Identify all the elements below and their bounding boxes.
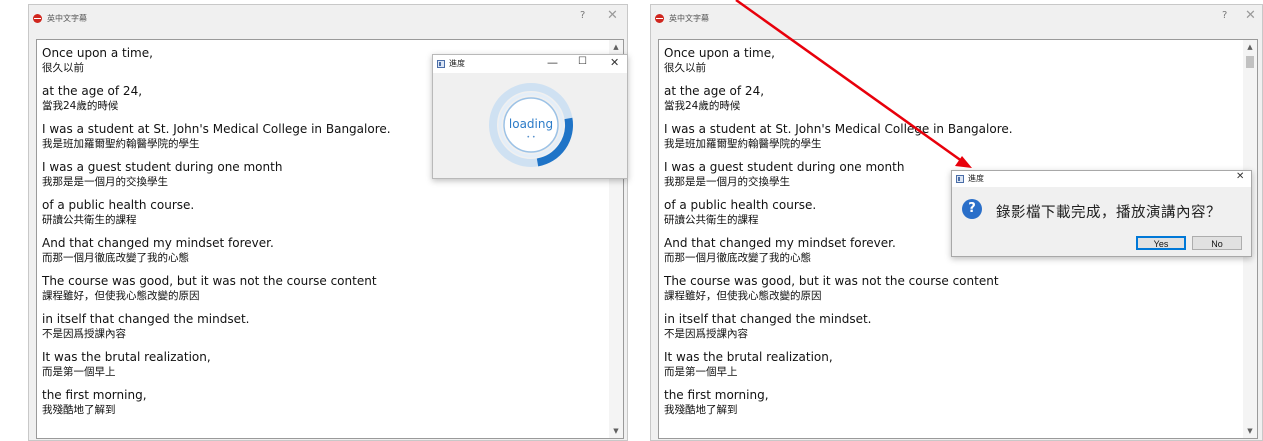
subtitle-entry[interactable]: It was the brutal realization, 而是第一個早上: [664, 350, 833, 379]
question-dialog-titlebar[interactable]: 進度 ✕: [952, 171, 1251, 187]
subtitle-english: And that changed my mindset forever.: [664, 236, 896, 250]
subtitle-english: I was a student at St. John's Medical Co…: [42, 122, 391, 136]
left-help-button[interactable]: ?: [580, 10, 585, 21]
subtitle-entry[interactable]: of a public health course. 研讀公共衛生的課程: [42, 198, 194, 227]
right-help-button[interactable]: ?: [1222, 10, 1227, 21]
subtitle-entry[interactable]: And that changed my mindset forever. 而那一個…: [42, 236, 274, 265]
subtitle-english: at the age of 24,: [42, 84, 143, 98]
question-close-button[interactable]: ✕: [1236, 171, 1244, 182]
question-dialog: 進度 ✕ ? 錄影檔下載完成，播放演講內容？ Yes No: [951, 170, 1252, 257]
subtitle-entry[interactable]: And that changed my mindset forever. 而那一個…: [664, 236, 896, 265]
subtitle-entry[interactable]: The course was good, but it was not the …: [42, 274, 377, 303]
subtitle-english: I was a student at St. John's Medical Co…: [664, 122, 1013, 136]
subtitle-english: I was a guest student during one month: [664, 160, 905, 174]
progress-dialog: 進度 — ☐ ✕ loading • •: [432, 54, 628, 179]
subtitle-chinese: 不是因爲授課內容: [664, 328, 748, 340]
question-icon: ?: [962, 199, 982, 219]
scroll-down-icon[interactable]: ▼: [1243, 424, 1257, 438]
subtitle-entry[interactable]: in itself that changed the mindset. 不是因爲授…: [42, 312, 250, 341]
scroll-up-icon[interactable]: ▲: [1243, 40, 1257, 54]
subtitle-english: of a public health course.: [42, 198, 195, 212]
subtitle-entry[interactable]: at the age of 24, 當我24歲的時候: [42, 84, 142, 113]
subtitle-entry[interactable]: I was a guest student during one month 我那…: [664, 160, 904, 189]
subtitle-chinese: 當我24歲的時候: [42, 100, 119, 112]
subtitle-english: It was the brutal realization,: [42, 350, 211, 364]
subtitle-english: Once upon a time,: [664, 46, 775, 60]
subtitle-chinese: 我那是是一個月的交換學生: [42, 176, 168, 188]
subtitle-english: And that changed my mindset forever.: [42, 236, 274, 250]
subtitle-chinese: 研讀公共衛生的課程: [664, 214, 759, 226]
question-dialog-title: 進度: [968, 174, 984, 183]
subtitle-english: The course was good, but it was not the …: [42, 274, 377, 288]
subtitle-english: I was a guest student during one month: [42, 160, 283, 174]
scroll-thumb[interactable]: [1246, 56, 1254, 68]
progress-close-button[interactable]: ✕: [610, 56, 619, 69]
subtitle-chinese: 而是第一個早上: [664, 366, 738, 378]
question-button-bar: Yes No: [952, 232, 1251, 256]
loading-ring: loading • •: [489, 83, 573, 167]
app-icon: [655, 14, 664, 23]
progress-dialog-titlebar[interactable]: 進度 — ☐ ✕: [433, 55, 627, 73]
left-close-button[interactable]: ✕: [607, 8, 618, 23]
subtitle-chinese: 課程雖好，但使我心態改變的原因: [42, 290, 200, 302]
loading-spinner: loading • •: [483, 77, 579, 173]
subtitle-english: The course was good, but it was not the …: [664, 274, 999, 288]
yes-button[interactable]: Yes: [1136, 236, 1186, 250]
subtitle-english: in itself that changed the mindset.: [42, 312, 250, 326]
subtitle-chinese: 不是因爲授課內容: [42, 328, 126, 340]
subtitle-entry[interactable]: It was the brutal realization, 而是第一個早上: [42, 350, 211, 379]
scroll-down-icon[interactable]: ▼: [609, 424, 623, 438]
subtitle-entry[interactable]: Once upon a time, 很久以前: [42, 46, 153, 75]
subtitle-chinese: 我那是是一個月的交換學生: [664, 176, 790, 188]
scroll-up-icon[interactable]: ▲: [609, 40, 623, 54]
subtitle-chinese: 我殘酷地了解到: [664, 404, 738, 416]
subtitle-entry[interactable]: I was a student at St. John's Medical Co…: [664, 122, 1013, 151]
subtitle-entry[interactable]: Once upon a time, 很久以前: [664, 46, 775, 75]
subtitle-entry[interactable]: the first morning, 我殘酷地了解到: [664, 388, 769, 417]
subtitle-english: the first morning,: [664, 388, 769, 402]
subtitle-chinese: 研讀公共衛生的課程: [42, 214, 137, 226]
subtitle-chinese: 課程雖好，但使我心態改變的原因: [664, 290, 822, 302]
subtitle-english: at the age of 24,: [664, 84, 765, 98]
subtitle-entry[interactable]: at the age of 24, 當我24歲的時候: [664, 84, 764, 113]
subtitle-entry[interactable]: I was a student at St. John's Medical Co…: [42, 122, 391, 151]
subtitle-entry[interactable]: The course was good, but it was not the …: [664, 274, 999, 303]
subtitle-english: in itself that changed the mindset.: [664, 312, 872, 326]
subtitle-entry[interactable]: I was a guest student during one month 我那…: [42, 160, 282, 189]
dialog-icon: [437, 60, 445, 68]
subtitle-entry[interactable]: of a public health course. 研讀公共衛生的課程: [664, 198, 816, 227]
subtitle-chinese: 我是班加羅爾聖約翰醫學院的學生: [664, 138, 822, 150]
subtitle-english: the first morning,: [42, 388, 147, 402]
loading-dots: • •: [527, 134, 536, 141]
left-window-title: 英中文字幕: [47, 14, 87, 23]
subtitle-entry[interactable]: in itself that changed the mindset. 不是因爲授…: [664, 312, 872, 341]
subtitle-chinese: 而那一個月徹底改變了我的心態: [664, 252, 811, 264]
right-window-titlebar[interactable]: 英中文字幕 ? ✕: [651, 5, 1262, 33]
no-button[interactable]: No: [1192, 236, 1242, 250]
loading-text: loading: [509, 117, 553, 131]
subtitle-chinese: 而那一個月徹底改變了我的心態: [42, 252, 189, 264]
subtitle-entry[interactable]: the first morning, 我殘酷地了解到: [42, 388, 147, 417]
app-icon: [33, 14, 42, 23]
subtitle-chinese: 而是第一個早上: [42, 366, 116, 378]
question-message: 錄影檔下載完成，播放演講內容？: [996, 205, 1221, 221]
subtitle-chinese: 當我24歲的時候: [664, 100, 741, 112]
subtitle-chinese: 我殘酷地了解到: [42, 404, 116, 416]
subtitle-english: Once upon a time,: [42, 46, 153, 60]
dialog-icon: [956, 175, 964, 183]
subtitle-english: of a public health course.: [664, 198, 817, 212]
subtitle-chinese: 我是班加羅爾聖約翰醫學院的學生: [42, 138, 200, 150]
left-window-titlebar[interactable]: 英中文字幕 ? ✕: [29, 5, 627, 33]
minimize-button[interactable]: —: [547, 56, 558, 69]
maximize-button[interactable]: ☐: [578, 56, 587, 67]
right-close-button[interactable]: ✕: [1245, 8, 1256, 23]
subtitle-chinese: 很久以前: [42, 62, 84, 74]
subtitle-chinese: 很久以前: [664, 62, 706, 74]
progress-dialog-title: 進度: [449, 59, 465, 68]
right-window-title: 英中文字幕: [669, 14, 709, 23]
subtitle-english: It was the brutal realization,: [664, 350, 833, 364]
